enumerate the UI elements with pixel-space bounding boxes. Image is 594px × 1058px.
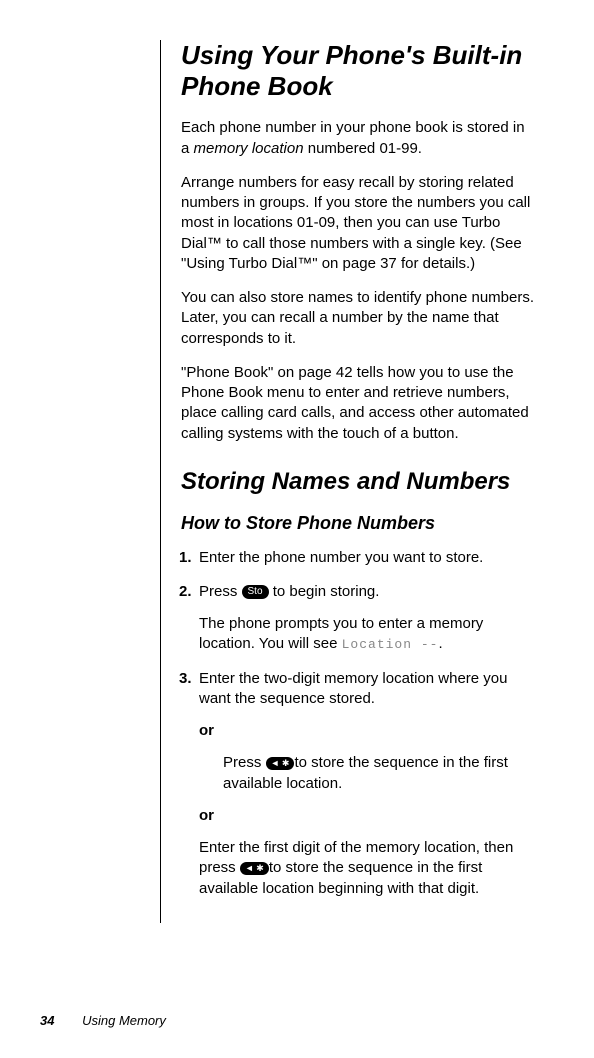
step-number: 3. [179,669,192,689]
para-turbodial: Arrange numbers for easy recall by stori… [181,173,534,274]
para-memory-location: Each phone number in your phone book is … [181,118,534,159]
or-label: or [199,806,534,826]
lcd-display-text: Location -- [342,637,439,652]
step-text: Enter the phone number you want to store… [199,549,483,566]
step-text-b: to begin storing. [269,583,380,600]
content-area: Using Your Phone's Built-in Phone Book E… [160,40,534,923]
section-heading-storing: Storing Names and Numbers [181,468,534,497]
alt-option-2: Enter the first digit of the memory loca… [199,838,534,899]
step-2: 2. Press Sto to begin storing. The phone… [199,582,534,655]
step-1: 1. Enter the phone number you want to st… [199,548,534,568]
step-text: Enter the two-digit memory location wher… [199,670,507,707]
alt-option-1: Press ◄ ✱to store the sequence in the fi… [223,753,534,794]
subheading-howto-store: How to Store Phone Numbers [181,513,534,534]
left-star-key-icon: ◄ ✱ [266,757,295,770]
footer-section-name: Using Memory [82,1013,166,1028]
para-store-names: You can also store names to identify pho… [181,288,534,349]
step-subtext: The phone prompts you to enter a memory … [199,614,534,655]
alt1-a: Press [223,754,266,771]
sto-key-icon: Sto [242,585,269,599]
para-phonebook-ref: "Phone Book" on page 42 tells how you to… [181,363,534,444]
step-text-a: Press [199,583,237,600]
section-heading-phonebook: Using Your Phone's Built-in Phone Book [181,40,534,102]
step-number: 2. [179,582,192,602]
or-label: or [199,721,534,741]
left-star-key-icon: ◄ ✱ [240,862,269,875]
step-3: 3. Enter the two-digit memory location w… [199,669,534,899]
steps-list: 1. Enter the phone number you want to st… [181,548,534,899]
page-number: 34 [40,1013,54,1028]
page-footer: 34 Using Memory [40,1013,166,1028]
step-number: 1. [179,548,192,568]
para1-text-c: numbered 01-99. [304,140,422,157]
subtext-c: . [438,635,442,652]
para1-italic: memory location [194,140,304,157]
